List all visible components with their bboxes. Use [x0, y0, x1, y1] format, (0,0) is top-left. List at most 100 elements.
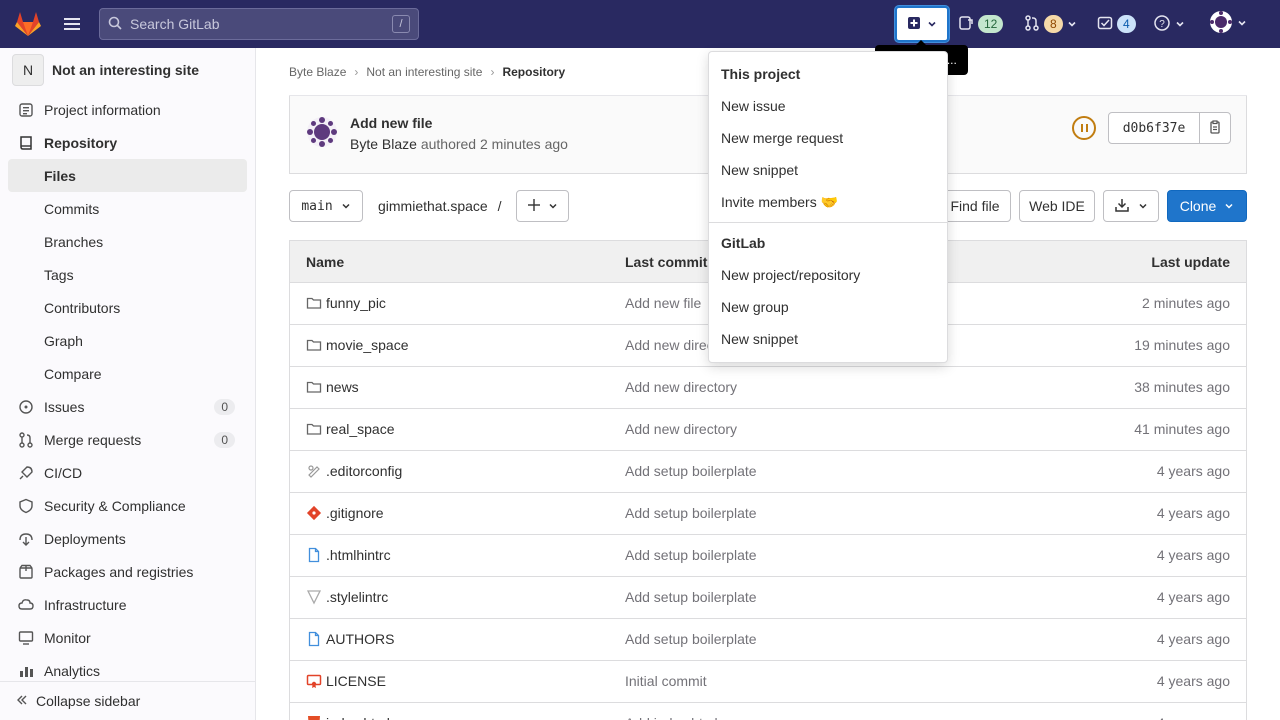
- file-name-cell[interactable]: news: [306, 379, 359, 395]
- create-new-button[interactable]: [895, 6, 949, 42]
- html-icon: [306, 715, 322, 720]
- column-header-last-commit: Last commit: [625, 254, 708, 270]
- web-ide-button[interactable]: Web IDE: [1019, 190, 1095, 222]
- project-header[interactable]: N Not an interesting site: [12, 54, 199, 86]
- collapse-sidebar-button[interactable]: Collapse sidebar: [0, 681, 255, 720]
- last-commit-message[interactable]: Add setup boilerplate: [625, 505, 757, 521]
- file-name-cell[interactable]: .gitignore: [306, 505, 384, 521]
- info-icon: [18, 102, 34, 118]
- last-commit-message[interactable]: Add new directory: [625, 421, 737, 437]
- file-name-cell[interactable]: movie_space: [306, 337, 409, 353]
- table-row[interactable]: .editorconfig Add setup boilerplate 4 year…: [290, 451, 1246, 493]
- sidebar-item-label: Project information: [44, 101, 161, 118]
- sidebar-item-graph[interactable]: Graph: [8, 324, 247, 357]
- repo-path-root[interactable]: gimmiethat.space: [378, 198, 488, 214]
- last-commit-message[interactable]: Add setup boilerplate: [625, 547, 757, 563]
- clone-button[interactable]: Clone: [1167, 190, 1247, 222]
- sidebar-item-commits[interactable]: Commits: [8, 192, 247, 225]
- folder-icon: [306, 337, 322, 353]
- sidebar-item-monitor[interactable]: Monitor: [8, 621, 247, 654]
- todos-nav-button[interactable]: 4: [1097, 12, 1136, 36]
- last-commit-message[interactable]: Add setup boilerplate: [625, 631, 757, 647]
- dropdown-item-new-snippet-gitlab[interactable]: New snippet: [709, 323, 947, 355]
- sidebar-item-tags[interactable]: Tags: [8, 258, 247, 291]
- help-nav-button[interactable]: ?: [1153, 12, 1185, 36]
- sidebar-item-label: Files: [44, 167, 76, 184]
- file-name-cell[interactable]: index.html: [306, 715, 390, 720]
- table-row[interactable]: AUTHORS Add setup boilerplate 4 years ago: [290, 619, 1246, 661]
- search-icon: [108, 16, 122, 33]
- folder-icon: [306, 379, 322, 395]
- last-commit-message[interactable]: Initial commit: [625, 673, 707, 689]
- sidebar-item-security-compliance[interactable]: Security & Compliance: [8, 489, 247, 522]
- chevron-right-icon: ›: [354, 65, 359, 79]
- copy-icon: [1208, 119, 1222, 137]
- file-name-cell[interactable]: real_space: [306, 421, 395, 437]
- dropdown-item-new-group[interactable]: New group: [709, 291, 947, 323]
- file-name-cell[interactable]: .stylelintrc: [306, 589, 388, 605]
- file-name: movie_space: [326, 337, 409, 353]
- sidebar-item-files[interactable]: Files: [8, 159, 247, 192]
- sidebar-item-infrastructure[interactable]: Infrastructure: [8, 588, 247, 621]
- issues-nav-button[interactable]: 12: [958, 12, 1004, 36]
- todos-count-badge: 4: [1117, 15, 1136, 33]
- commit-author[interactable]: Byte Blaze: [350, 136, 417, 152]
- table-row[interactable]: .stylelintrc Add setup boilerplate 4 years…: [290, 577, 1246, 619]
- table-row[interactable]: real_space Add new directory 41 minutes ag…: [290, 409, 1246, 451]
- sidebar-item-compare[interactable]: Compare: [8, 357, 247, 390]
- gitlab-logo-icon[interactable]: [14, 10, 42, 38]
- sidebar-item-packages-registries[interactable]: Packages and registries: [8, 555, 247, 588]
- sidebar-item-branches[interactable]: Branches: [8, 225, 247, 258]
- file-name-cell[interactable]: AUTHORS: [306, 631, 394, 647]
- last-commit-message[interactable]: Add setup boilerplate: [625, 589, 757, 605]
- package-icon: [18, 564, 34, 580]
- last-commit-message[interactable]: Add setup boilerplate: [625, 463, 757, 479]
- collapse-sidebar-label: Collapse sidebar: [36, 693, 141, 709]
- commit-title[interactable]: Add new file: [350, 115, 432, 131]
- dropdown-item-new-issue[interactable]: New issue: [709, 90, 947, 122]
- dropdown-item-new-snippet-project[interactable]: New snippet: [709, 154, 947, 186]
- last-commit-message[interactable]: Add new directory: [625, 379, 737, 395]
- table-row[interactable]: LICENSE Initial commit 4 years ago: [290, 661, 1246, 703]
- user-menu-button[interactable]: [1209, 10, 1247, 35]
- sidebar-item-project-information[interactable]: Project information: [8, 93, 247, 126]
- merge-requests-nav-button[interactable]: 8: [1024, 12, 1077, 36]
- dropdown-item-new-merge-request[interactable]: New merge request: [709, 122, 947, 154]
- sidebar-item-merge-requests[interactable]: Merge requests 0: [8, 423, 247, 456]
- add-to-tree-button[interactable]: [516, 190, 569, 222]
- dropdown-item-invite-members[interactable]: Invite members 🤝: [709, 186, 947, 218]
- download-button[interactable]: [1103, 190, 1159, 222]
- sidebar-item-deployments[interactable]: Deployments: [8, 522, 247, 555]
- breadcrumb-item[interactable]: Not an interesting site: [366, 65, 482, 79]
- search-input[interactable]: Search GitLab /: [99, 8, 419, 40]
- last-update-time: 4 years ago: [1156, 673, 1230, 689]
- sidebar-item-repository[interactable]: Repository: [8, 126, 247, 159]
- file-name-cell[interactable]: .editorconfig: [306, 463, 402, 479]
- sidebar-item-ci-cd[interactable]: CI/CD: [8, 456, 247, 489]
- author-avatar[interactable]: [306, 116, 338, 148]
- file-name-cell[interactable]: funny_pic: [306, 295, 386, 311]
- breadcrumb-item[interactable]: Byte Blaze: [289, 65, 346, 79]
- copy-sha-button[interactable]: [1199, 112, 1231, 144]
- table-row[interactable]: index.html Add index.html 4 years ago: [290, 703, 1246, 720]
- help-icon: ?: [1153, 14, 1171, 35]
- breadcrumb-current[interactable]: Repository: [502, 65, 565, 79]
- commit-sha[interactable]: d0b6f37e: [1108, 112, 1200, 144]
- chevron-down-icon: [1067, 16, 1077, 32]
- pipeline-paused-icon[interactable]: [1072, 116, 1096, 140]
- table-row[interactable]: .gitignore Add setup boilerplate 4 years a…: [290, 493, 1246, 535]
- file-name-cell[interactable]: .htmlhintrc: [306, 547, 391, 563]
- sidebar-item-label: CI/CD: [44, 464, 83, 481]
- table-row[interactable]: .htmlhintrc Add setup boilerplate 4 years …: [290, 535, 1246, 577]
- file-name-cell[interactable]: LICENSE: [306, 673, 386, 689]
- sidebar-item-label: Infrastructure: [44, 596, 127, 613]
- file-name: .stylelintrc: [326, 589, 389, 605]
- last-commit-message[interactable]: Add new file: [625, 295, 701, 311]
- dropdown-item-new-project[interactable]: New project/repository: [709, 259, 947, 291]
- sidebar-item-contributors[interactable]: Contributors: [8, 291, 247, 324]
- hamburger-menu-icon[interactable]: [60, 14, 84, 34]
- table-row[interactable]: news Add new directory 38 minutes ago: [290, 367, 1246, 409]
- branch-selector[interactable]: main: [289, 190, 363, 222]
- sidebar-item-issues[interactable]: Issues 0: [8, 390, 247, 423]
- last-commit-message[interactable]: Add index.html: [625, 715, 718, 720]
